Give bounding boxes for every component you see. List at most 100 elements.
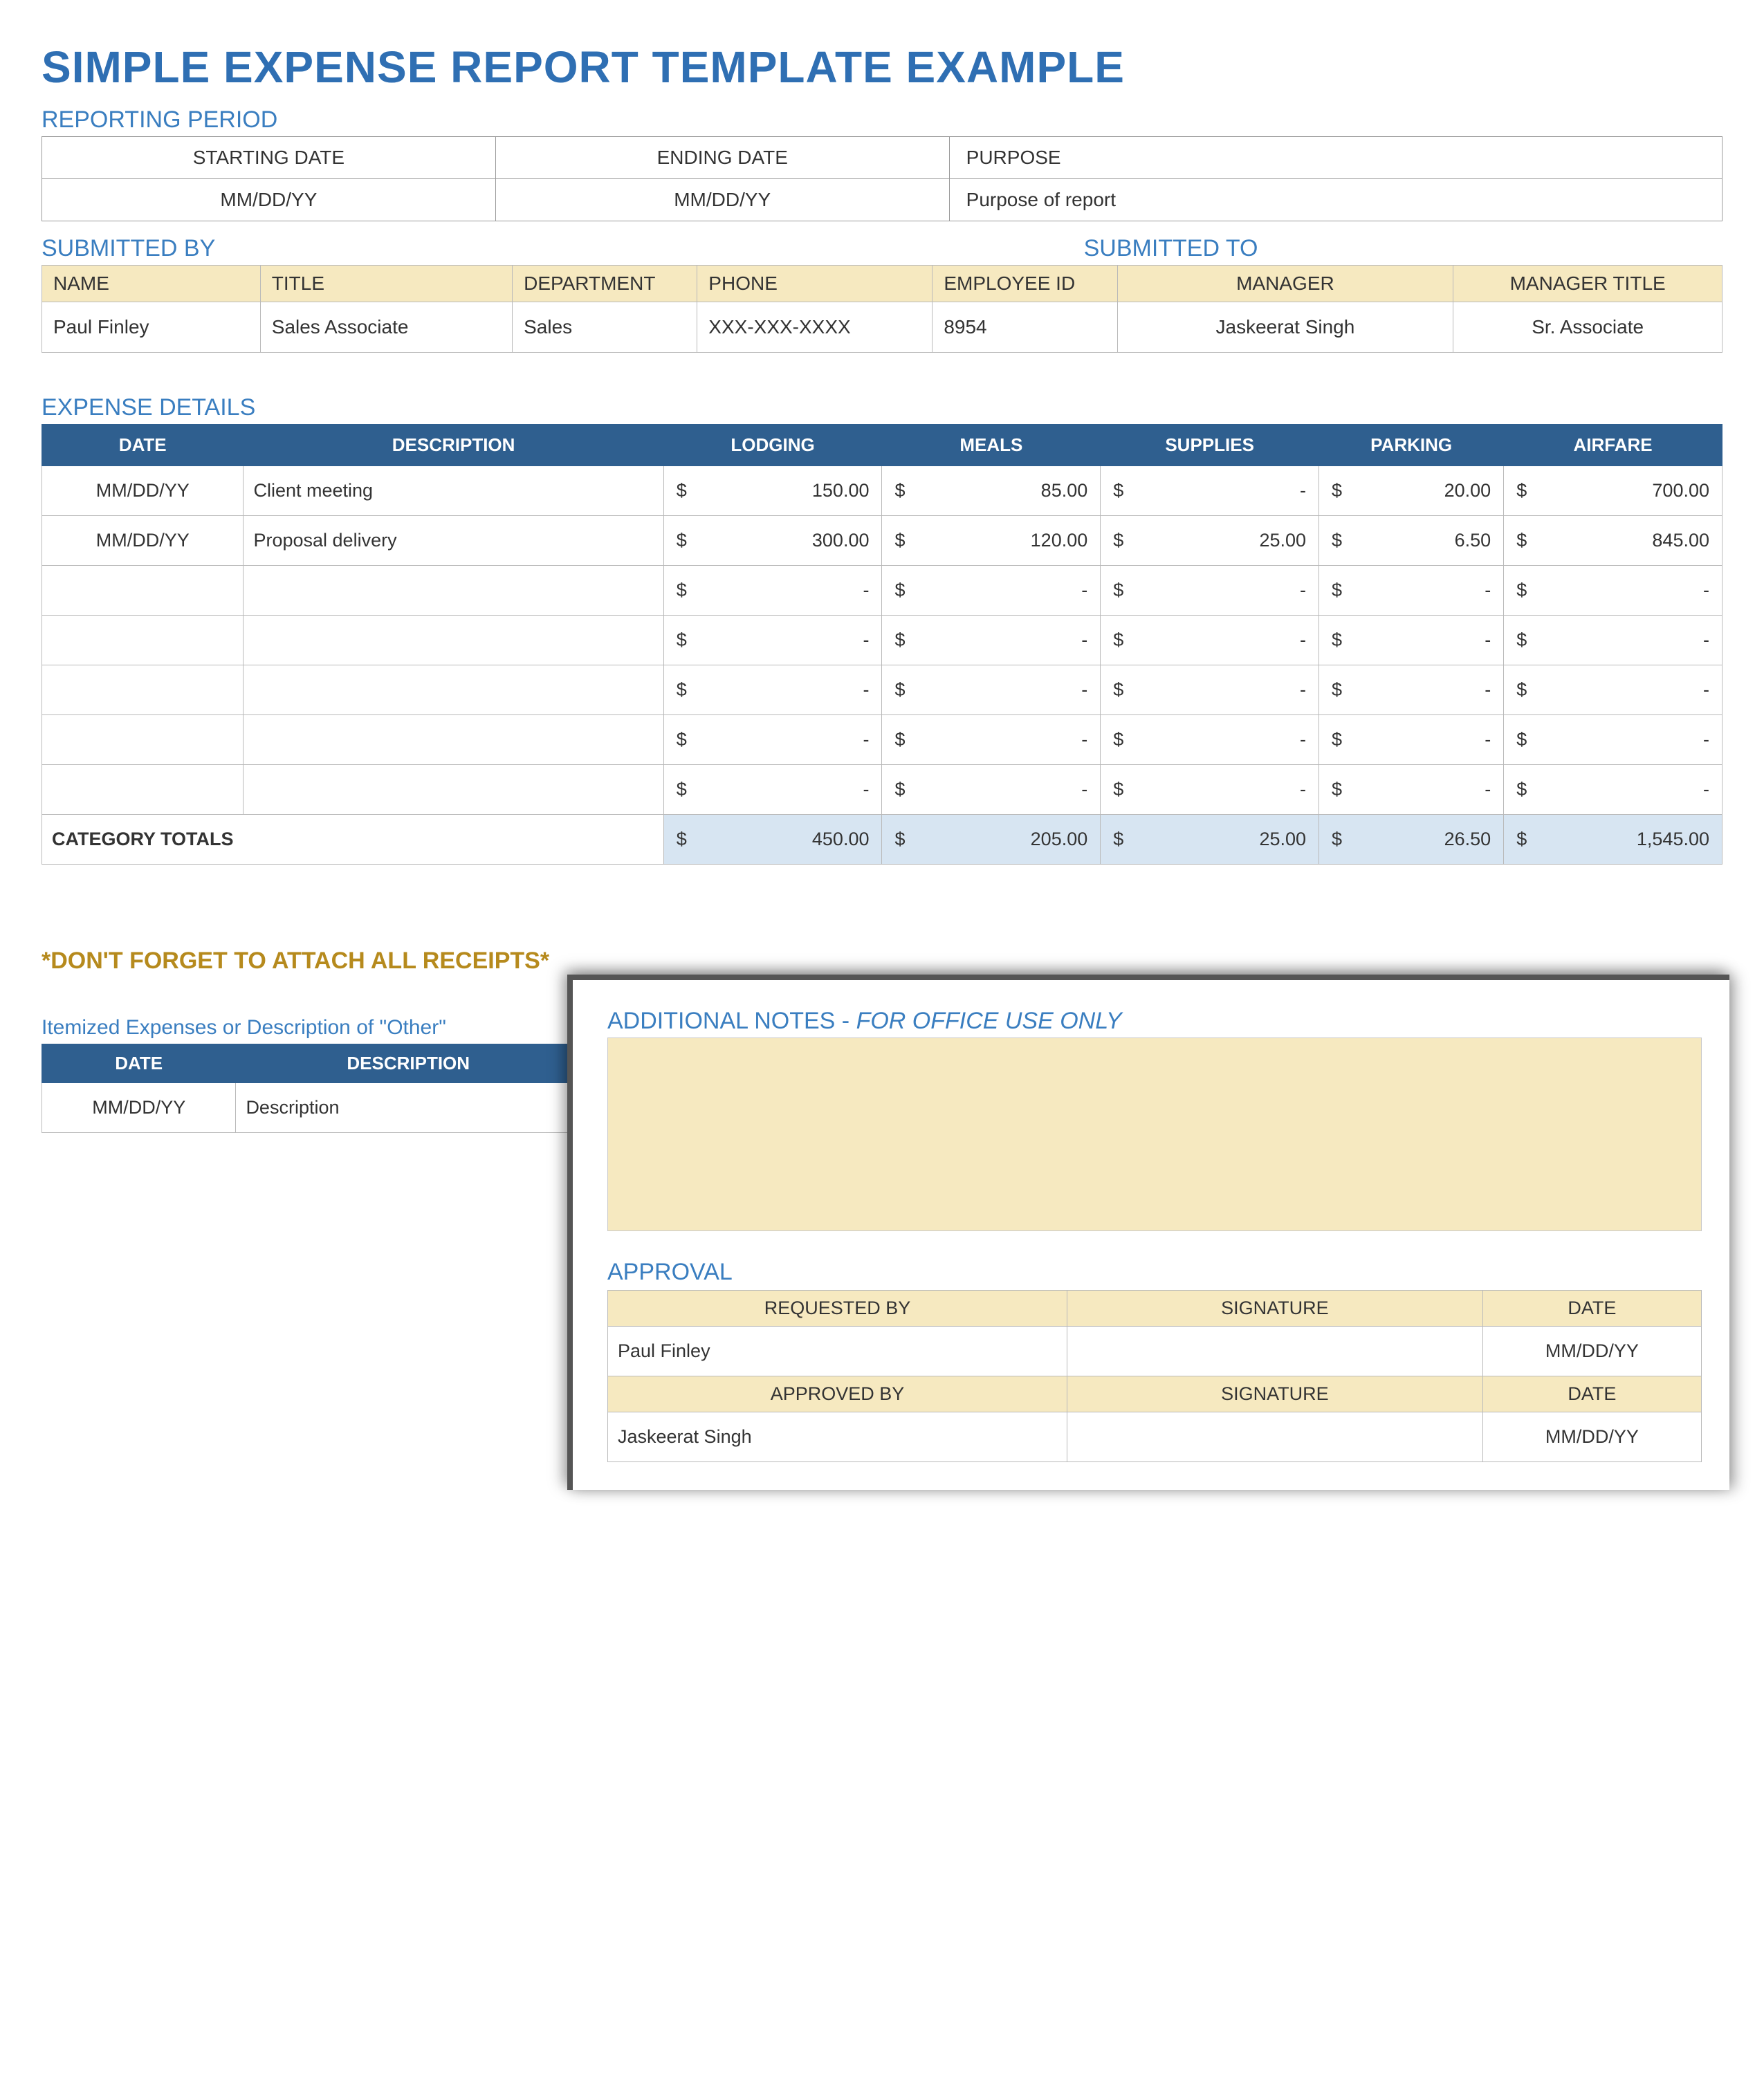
expense-meals[interactable]: $85.00 (882, 466, 1101, 516)
col-approval-date: DATE (1482, 1291, 1701, 1327)
expense-desc[interactable] (244, 765, 663, 815)
requested-by-signature[interactable] (1067, 1327, 1483, 1376)
submitted-to-label: SUBMITTED TO (1084, 235, 1722, 262)
submitter-emp-id[interactable]: 8954 (932, 302, 1117, 353)
approved-by-name[interactable]: Jaskeerat Singh (608, 1412, 1067, 1462)
expense-parking[interactable]: $- (1319, 566, 1504, 616)
expense-date[interactable]: MM/DD/YY (42, 466, 244, 516)
starting-date-value[interactable]: MM/DD/YY (42, 179, 496, 221)
total-parking: $26.50 (1319, 815, 1504, 865)
receipts-reminder: *DON'T FORGET TO ATTACH ALL RECEIPTS* (42, 948, 1722, 975)
reporting-period-label: REPORTING PERIOD (42, 107, 1722, 133)
expense-parking[interactable]: $- (1319, 616, 1504, 665)
col-exp-date: DATE (42, 425, 244, 466)
purpose-value[interactable]: Purpose of report (949, 179, 1722, 221)
expense-airfare[interactable]: $845.00 (1504, 516, 1722, 566)
expense-lodging[interactable]: $150.00 (663, 466, 882, 516)
expense-details-table: DATE DESCRIPTION LODGING MEALS SUPPLIES … (42, 424, 1722, 865)
expense-supplies[interactable]: $- (1101, 616, 1319, 665)
submitter-dept[interactable]: Sales (513, 302, 697, 353)
expense-airfare[interactable]: $- (1504, 566, 1722, 616)
col-name: NAME (42, 266, 261, 302)
col-purpose: PURPOSE (949, 137, 1722, 179)
expense-meals[interactable]: $- (882, 566, 1101, 616)
requested-by-date[interactable]: MM/DD/YY (1482, 1327, 1701, 1376)
expense-date[interactable] (42, 616, 244, 665)
expense-row: $-$-$-$-$- (42, 765, 1722, 815)
expense-supplies[interactable]: $- (1101, 466, 1319, 516)
ending-date-value[interactable]: MM/DD/YY (495, 179, 949, 221)
expense-row: $-$-$-$-$- (42, 566, 1722, 616)
expense-lodging[interactable]: $300.00 (663, 516, 882, 566)
col-approved-by: APPROVED BY (608, 1376, 1067, 1412)
expense-lodging[interactable]: $- (663, 765, 882, 815)
expense-airfare[interactable]: $- (1504, 765, 1722, 815)
manager-name[interactable]: Jaskeerat Singh (1117, 302, 1453, 353)
expense-parking[interactable]: $6.50 (1319, 516, 1504, 566)
approved-by-signature[interactable] (1067, 1412, 1483, 1462)
submitter-phone[interactable]: XXX-XXX-XXXX (697, 302, 932, 353)
expense-row: $-$-$-$-$- (42, 616, 1722, 665)
expense-supplies[interactable]: $- (1101, 566, 1319, 616)
expense-desc[interactable] (244, 566, 663, 616)
col-item-date: DATE (42, 1044, 236, 1083)
expense-lodging[interactable]: $- (663, 715, 882, 765)
expense-airfare[interactable]: $700.00 (1504, 466, 1722, 516)
requested-by-name[interactable]: Paul Finley (608, 1327, 1067, 1376)
expense-date[interactable] (42, 765, 244, 815)
col-item-desc: DESCRIPTION (236, 1044, 581, 1083)
expense-date[interactable] (42, 665, 244, 715)
item-desc[interactable]: Description (236, 1083, 581, 1133)
col-exp-desc: DESCRIPTION (244, 425, 663, 466)
col-signature: SIGNATURE (1067, 1291, 1483, 1327)
col-supplies: SUPPLIES (1101, 425, 1319, 466)
manager-title[interactable]: Sr. Associate (1453, 302, 1722, 353)
submitter-name[interactable]: Paul Finley (42, 302, 261, 353)
expense-lodging[interactable]: $- (663, 665, 882, 715)
expense-meals[interactable]: $120.00 (882, 516, 1101, 566)
expense-desc[interactable] (244, 616, 663, 665)
approved-by-date[interactable]: MM/DD/YY (1482, 1412, 1701, 1462)
col-airfare: AIRFARE (1504, 425, 1722, 466)
additional-notes-box[interactable] (607, 1038, 1702, 1231)
col-lodging: LODGING (663, 425, 882, 466)
total-airfare: $1,545.00 (1504, 815, 1722, 865)
col-title: TITLE (260, 266, 512, 302)
col-phone: PHONE (697, 266, 932, 302)
expense-supplies[interactable]: $- (1101, 665, 1319, 715)
expense-details-label: EXPENSE DETAILS (42, 394, 1722, 421)
expense-meals[interactable]: $- (882, 765, 1101, 815)
itemized-table: DATE DESCRIPTION MM/DD/YY Description (42, 1044, 581, 1133)
expense-supplies[interactable]: $- (1101, 765, 1319, 815)
expense-airfare[interactable]: $- (1504, 665, 1722, 715)
expense-desc[interactable]: Client meeting (244, 466, 663, 516)
expense-airfare[interactable]: $- (1504, 715, 1722, 765)
expense-parking[interactable]: $- (1319, 665, 1504, 715)
col-dept: DEPARTMENT (513, 266, 697, 302)
expense-desc[interactable] (244, 715, 663, 765)
expense-parking[interactable]: $- (1319, 715, 1504, 765)
col-starting-date: STARTING DATE (42, 137, 496, 179)
item-date[interactable]: MM/DD/YY (42, 1083, 236, 1133)
col-manager-title: MANAGER TITLE (1453, 266, 1722, 302)
expense-meals[interactable]: $- (882, 665, 1101, 715)
approval-table: REQUESTED BY SIGNATURE DATE Paul Finley … (607, 1290, 1702, 1462)
expense-supplies[interactable]: $25.00 (1101, 516, 1319, 566)
expense-lodging[interactable]: $- (663, 566, 882, 616)
total-supplies: $25.00 (1101, 815, 1319, 865)
expense-desc[interactable] (244, 665, 663, 715)
expense-date[interactable] (42, 566, 244, 616)
expense-supplies[interactable]: $- (1101, 715, 1319, 765)
col-requested-by: REQUESTED BY (608, 1291, 1067, 1327)
expense-desc[interactable]: Proposal delivery (244, 516, 663, 566)
expense-parking[interactable]: $20.00 (1319, 466, 1504, 516)
expense-meals[interactable]: $- (882, 616, 1101, 665)
expense-date[interactable]: MM/DD/YY (42, 516, 244, 566)
expense-lodging[interactable]: $- (663, 616, 882, 665)
submitter-title[interactable]: Sales Associate (260, 302, 512, 353)
expense-airfare[interactable]: $- (1504, 616, 1722, 665)
expense-parking[interactable]: $- (1319, 765, 1504, 815)
expense-date[interactable] (42, 715, 244, 765)
expense-row: $-$-$-$-$- (42, 665, 1722, 715)
expense-meals[interactable]: $- (882, 715, 1101, 765)
